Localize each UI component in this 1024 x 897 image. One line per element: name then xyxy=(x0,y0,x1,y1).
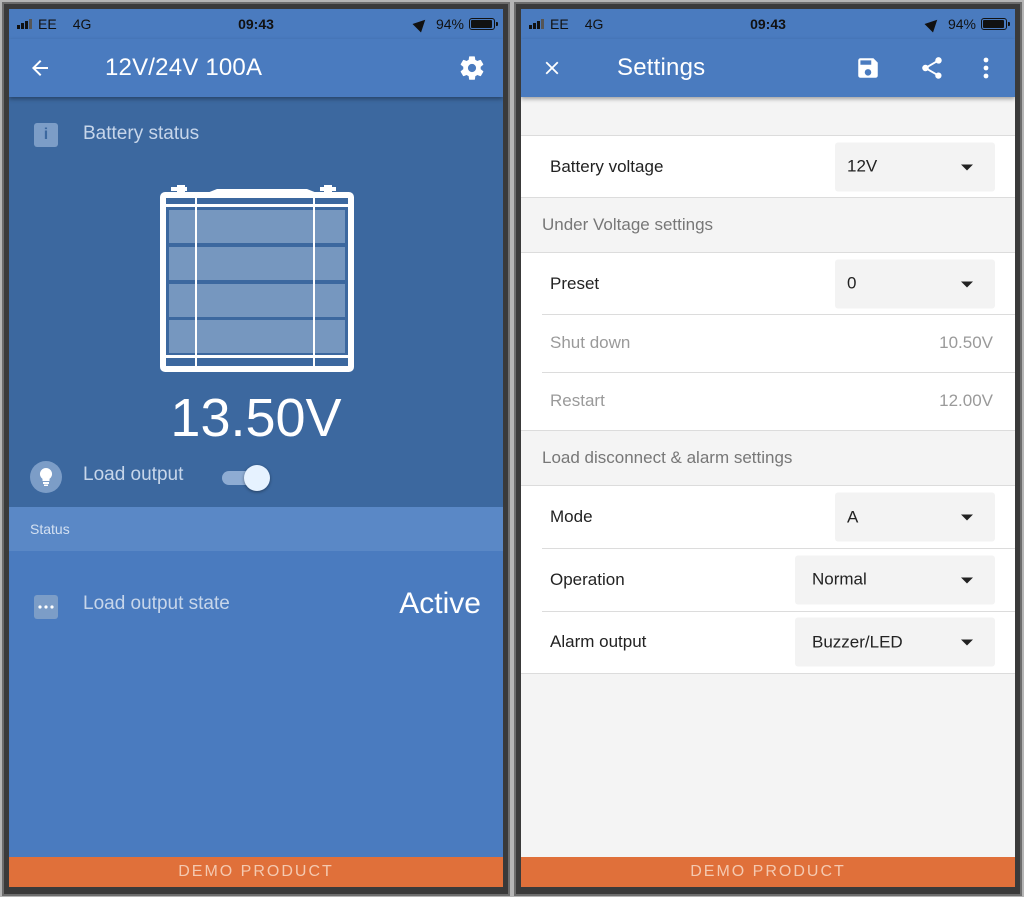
preset-select[interactable]: 0 xyxy=(835,259,995,308)
status-bar: EE 4G 09:43 94% xyxy=(521,9,1015,39)
shut-down-value: 10.50V xyxy=(939,333,993,352)
share-icon xyxy=(922,57,942,79)
shut-down-label: Shut down xyxy=(550,333,631,352)
mode-select[interactable]: A xyxy=(835,492,995,542)
status-section-header: Status xyxy=(9,507,503,551)
battery-icon xyxy=(981,18,1010,30)
load-output-toggle[interactable] xyxy=(220,465,270,491)
load-output-state-value: Active xyxy=(399,587,481,620)
battery-graphic-icon xyxy=(160,185,354,372)
operation-select[interactable]: Normal xyxy=(795,555,995,604)
gear-icon xyxy=(460,56,484,80)
chevron-down-icon xyxy=(961,164,973,170)
shut-down-row: Shut down 10.50V xyxy=(521,314,1015,372)
preset-label: Preset xyxy=(550,273,600,293)
app-bar: Settings xyxy=(521,39,1015,97)
more-dots-icon xyxy=(34,595,58,619)
chevron-down-icon xyxy=(961,281,973,287)
status-bar: EE 4G 09:43 94% xyxy=(9,9,503,39)
back-button[interactable] xyxy=(25,53,55,83)
save-button[interactable] xyxy=(853,53,883,83)
load-output-state-label: Load output state xyxy=(83,593,230,614)
settings-list: Battery voltage 12V Under Voltage settin… xyxy=(521,97,1015,857)
battery-voltage-value: 12V xyxy=(847,156,878,176)
right-phone-frame: EE 4G 09:43 94% Settings Battery voltage… xyxy=(516,4,1020,894)
left-phone-frame: EE 4G 09:43 94% 12V/24V 100A i Battery s… xyxy=(4,4,508,894)
alarm-output-select[interactable]: Buzzer/LED xyxy=(795,617,995,667)
mode-row: Mode A xyxy=(521,485,1015,548)
save-icon xyxy=(858,58,878,78)
battery-percent: 94% xyxy=(435,16,464,32)
status-list: Load output state Active xyxy=(9,551,503,857)
battery-voltage-value: 13.50V xyxy=(170,388,342,448)
operation-value: Normal xyxy=(812,569,867,589)
restart-value: 12.00V xyxy=(939,391,993,410)
operation-row: Operation Normal xyxy=(521,548,1015,611)
battery-voltage-select[interactable]: 12V xyxy=(835,142,995,191)
battery-voltage-row: Battery voltage 12V xyxy=(521,135,1015,197)
battery-icon xyxy=(469,18,498,30)
mode-value: A xyxy=(847,507,859,526)
load-output-label: Load output xyxy=(83,464,184,485)
close-button[interactable] xyxy=(537,53,567,83)
location-arrow-icon xyxy=(924,15,942,33)
share-button[interactable] xyxy=(917,53,947,83)
alarm-output-label: Alarm output xyxy=(550,632,647,651)
battery-status-label: Battery status xyxy=(83,123,200,144)
restart-label: Restart xyxy=(550,391,605,410)
alarm-output-value: Buzzer/LED xyxy=(812,632,903,651)
mode-label: Mode xyxy=(550,507,593,526)
chevron-down-icon xyxy=(961,514,973,521)
arrow-left-icon xyxy=(32,60,48,76)
chevron-down-icon xyxy=(961,577,973,583)
operation-label: Operation xyxy=(550,569,625,589)
settings-button[interactable] xyxy=(457,53,487,83)
info-icon: i xyxy=(34,123,58,147)
chevron-down-icon xyxy=(961,639,973,646)
settings-screen: EE 4G 09:43 94% Settings Battery voltage… xyxy=(521,9,1015,887)
lightbulb-icon xyxy=(30,461,62,493)
more-options-button[interactable] xyxy=(971,53,1001,83)
page-title: Settings xyxy=(617,54,706,81)
alarm-output-row: Alarm output Buzzer/LED xyxy=(521,611,1015,674)
page-title: 12V/24V 100A xyxy=(105,54,263,81)
preset-row: Preset 0 xyxy=(521,252,1015,314)
device-status-screen: EE 4G 09:43 94% 12V/24V 100A i Battery s… xyxy=(9,9,503,887)
battery-percent: 94% xyxy=(947,16,976,32)
load-disconnect-section-header: Load disconnect & alarm settings xyxy=(521,430,1015,485)
demo-product-banner: DEMO PRODUCT xyxy=(521,857,1015,887)
under-voltage-section-header: Under Voltage settings xyxy=(521,197,1015,252)
battery-status-panel: i Battery status 13.50V Load output xyxy=(9,97,503,507)
battery-voltage-label: Battery voltage xyxy=(550,156,664,176)
close-icon xyxy=(545,61,559,75)
more-vertical-icon xyxy=(983,57,989,79)
app-bar: 12V/24V 100A xyxy=(9,39,503,97)
demo-product-banner: DEMO PRODUCT xyxy=(9,857,503,887)
preset-value: 0 xyxy=(847,273,857,293)
restart-row: Restart 12.00V xyxy=(521,372,1015,430)
location-arrow-icon xyxy=(412,15,430,33)
